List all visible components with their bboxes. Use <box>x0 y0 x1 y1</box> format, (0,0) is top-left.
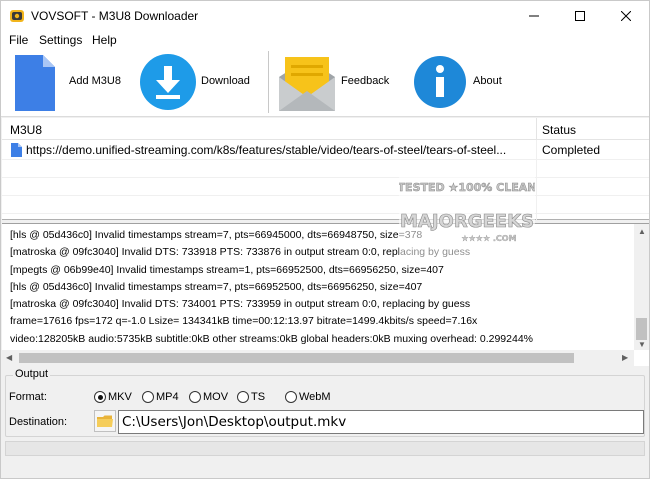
radio-label: MP4 <box>156 391 179 403</box>
format-radio-ts[interactable]: TS <box>237 390 265 404</box>
menu-settings[interactable]: Settings <box>39 33 82 47</box>
log-line: [hls @ 05d436c0] Invalid timestamps stre… <box>10 280 423 293</box>
radio-label: WebM <box>299 391 331 403</box>
watermark-line3: ★★★★ .COM <box>461 234 516 243</box>
watermark-line2: MAJORGEEKS <box>400 211 534 232</box>
column-m3u8[interactable]: M3U8 <box>10 123 42 137</box>
log-output[interactable]: [hls @ 05d436c0] Invalid timestamps stre… <box>2 223 649 366</box>
row-gridline <box>2 213 649 214</box>
radio-icon[interactable] <box>285 391 297 403</box>
maximize-button[interactable] <box>557 1 603 31</box>
radio-label: TS <box>251 391 266 403</box>
close-icon <box>621 11 631 21</box>
format-radio-mkv[interactable]: MKV <box>94 390 132 404</box>
row-gridline <box>2 195 649 196</box>
log-line: [matroska @ 09fc3040] Invalid DTS: 73391… <box>10 246 471 259</box>
log-horizontal-scrollbar[interactable]: ◀ ▶ <box>2 350 634 366</box>
window-title: VOVSOFT - M3U8 Downloader <box>31 9 199 23</box>
log-line: [hls @ 05d436c0] Invalid timestamps stre… <box>10 229 423 241</box>
format-radio-mp4[interactable]: MP4 <box>142 390 179 404</box>
minimize-button[interactable] <box>511 1 557 31</box>
about-button[interactable]: About <box>411 49 511 117</box>
toolbar: Add M3U8 Download Feedback About <box>1 49 649 117</box>
row-gridline <box>2 159 649 160</box>
format-radio-webm[interactable]: WebM <box>285 390 331 404</box>
list-header: M3U8 Status <box>2 118 649 140</box>
scroll-left-icon[interactable]: ◀ <box>6 353 12 362</box>
about-label: About <box>473 75 502 87</box>
app-window: VOVSOFT - M3U8 Downloader File Settings … <box>0 0 650 479</box>
log-line: [matroska @ 09fc3040] Invalid DTS: 73400… <box>10 298 471 311</box>
radio-label: MOV <box>203 391 229 403</box>
scroll-right-icon[interactable]: ▶ <box>622 353 628 362</box>
radio-icon[interactable] <box>237 391 249 403</box>
output-group-title: Output <box>13 368 51 380</box>
folder-icon <box>97 415 113 427</box>
log-line: [mpegts @ 06b99e40] Invalid timestamps s… <box>10 263 444 276</box>
row-status: Completed <box>542 143 601 157</box>
download-label: Download <box>201 75 250 87</box>
add-m3u8-label: Add M3U8 <box>69 75 121 87</box>
feedback-button[interactable]: Feedback <box>277 49 397 117</box>
log-line: frame=17616 fps=172 q=-1.0 Lsize= 134341… <box>10 315 478 328</box>
maximize-icon <box>575 11 585 21</box>
feedback-label: Feedback <box>341 75 390 87</box>
download-button[interactable]: Download <box>137 49 257 117</box>
browse-folder-button[interactable] <box>94 410 116 432</box>
m3u8-list[interactable]: M3U8 Status https://demo.unified-streami… <box>2 118 649 220</box>
log-line: video:128205kB audio:5735kB subtitle:0kB… <box>10 332 534 345</box>
column-divider <box>536 118 537 140</box>
scroll-up-icon[interactable]: ▲ <box>638 227 646 236</box>
close-button[interactable] <box>603 1 649 31</box>
vertical-scroll-thumb[interactable] <box>636 318 647 340</box>
radio-icon[interactable] <box>142 391 154 403</box>
majorgeeks-watermark: TESTED ★100% CLEAN MAJORGEEKS ★★★★ .COM <box>399 177 535 263</box>
row-gridline <box>2 177 649 178</box>
radio-label: MKV <box>108 391 132 403</box>
menu-file[interactable]: File <box>9 33 28 47</box>
info-icon <box>414 56 466 108</box>
envelope-icon <box>279 57 335 111</box>
column-status[interactable]: Status <box>542 123 576 137</box>
title-bar: VOVSOFT - M3U8 Downloader <box>1 1 649 31</box>
menu-bar: File Settings Help <box>1 31 649 49</box>
status-bar <box>5 441 645 456</box>
scroll-down-icon[interactable]: ▼ <box>638 340 646 349</box>
row-url: https://demo.unified-streaming.com/k8s/f… <box>26 143 507 157</box>
list-row[interactable]: https://demo.unified-streaming.com/k8s/f… <box>2 141 649 159</box>
app-logo-icon <box>10 10 24 22</box>
download-icon <box>140 54 196 110</box>
add-file-icon <box>15 55 55 111</box>
radio-icon[interactable] <box>189 391 201 403</box>
toolbar-separator <box>268 51 269 113</box>
destination-label: Destination: <box>9 416 68 428</box>
destination-field[interactable] <box>118 410 644 434</box>
minimize-icon <box>529 15 539 17</box>
log-lines: [hls @ 05d436c0] Invalid timestamps stre… <box>10 227 630 348</box>
format-radio-mov[interactable]: MOV <box>189 390 228 404</box>
radio-checked-icon[interactable] <box>94 391 106 403</box>
column-gridline <box>536 140 537 220</box>
add-m3u8-button[interactable]: Add M3U8 <box>7 49 127 117</box>
menu-help[interactable]: Help <box>92 33 117 47</box>
file-icon <box>11 143 22 157</box>
log-vertical-scrollbar[interactable]: ▲ ▼ <box>634 224 649 350</box>
format-label: Format: <box>9 391 47 403</box>
horizontal-scroll-thumb[interactable] <box>19 353 574 363</box>
watermark-line1: TESTED ★100% CLEAN <box>399 181 535 194</box>
